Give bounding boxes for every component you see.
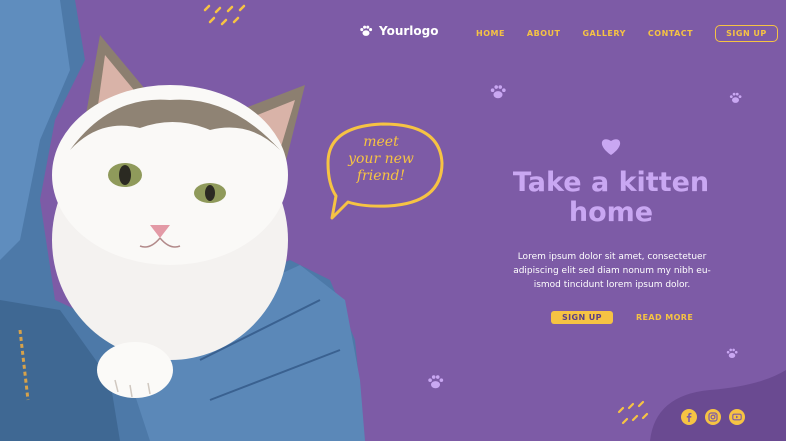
- decorative-dashes: [615, 398, 653, 432]
- bubble-line-2: your new: [348, 151, 414, 167]
- facebook-icon[interactable]: [681, 409, 697, 425]
- social-links: [681, 409, 745, 425]
- hero-paragraph: Lorem ipsum dolor sit amet, consectetuer…: [513, 252, 711, 290]
- instagram-icon[interactable]: [705, 409, 721, 425]
- nav-gallery[interactable]: GALLERY: [582, 29, 625, 38]
- kitten-photo: [0, 0, 365, 441]
- hero-title-line-2: home: [568, 197, 654, 228]
- hero-signup-button[interactable]: SIGN UP: [551, 311, 613, 324]
- nav-home[interactable]: HOME: [476, 29, 505, 38]
- hero-title: Take a kitten home: [495, 168, 727, 228]
- paw-icon: [728, 91, 743, 105]
- bubble-line-1: meet: [363, 134, 399, 150]
- nav-about[interactable]: ABOUT: [527, 29, 561, 38]
- paw-icon: [725, 347, 739, 360]
- paw-logo-icon: [360, 25, 373, 36]
- heart-icon: [601, 139, 621, 155]
- logo-text: Yourlogo: [379, 24, 439, 38]
- main-nav: HOME ABOUT GALLERY CONTACT SIGN UP: [476, 25, 778, 42]
- youtube-icon[interactable]: [729, 409, 745, 425]
- logo[interactable]: Yourlogo: [359, 24, 438, 38]
- landing-page: Yourlogo HOME ABOUT GALLERY CONTACT SIGN…: [0, 0, 786, 441]
- hero-title-line-1: Take a kitten: [512, 167, 710, 198]
- paw-icon: [426, 373, 445, 391]
- read-more-link[interactable]: READ MORE: [636, 311, 693, 322]
- decorative-dashes: [200, 2, 250, 34]
- bubble-line-3: friend!: [356, 168, 406, 184]
- bubble-text: meet your new friend!: [326, 134, 436, 185]
- paw-icon: [488, 83, 508, 101]
- nav-signup-button[interactable]: SIGN UP: [715, 25, 778, 42]
- nav-contact[interactable]: CONTACT: [648, 29, 693, 38]
